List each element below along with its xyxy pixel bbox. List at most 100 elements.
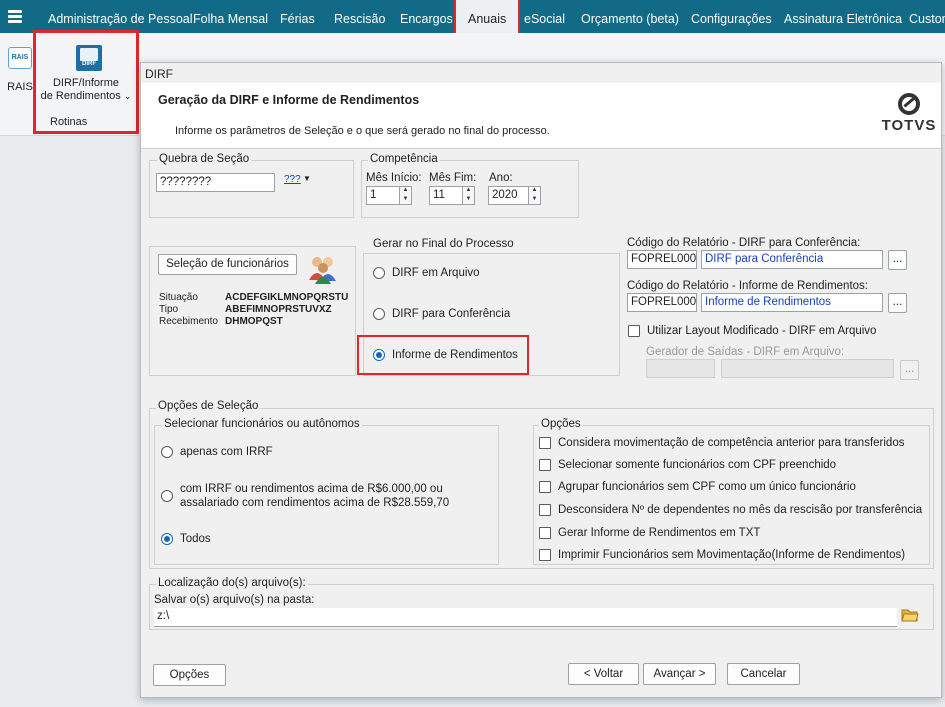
selecao-funcionarios-button[interactable]: Seleção de funcionários	[158, 254, 297, 275]
opcao-checkbox-1[interactable]	[539, 437, 551, 449]
opcao-label-6: Imprimir Funcionários sem Movimentação(I…	[558, 549, 906, 561]
mes-fim-label: Mês Fim:	[429, 172, 477, 184]
quebra-secao-input[interactable]: ????????	[156, 173, 275, 192]
tipo-value: ABEFIMNOPRSTUVXZ	[225, 304, 332, 315]
tab-assinatura-eletronica[interactable]: Assinatura Eletrônica	[784, 0, 902, 33]
tipo-label: Tipo	[159, 304, 179, 315]
rais-icon: RAIS	[8, 47, 32, 69]
radio-informe-rendimentos[interactable]	[373, 349, 385, 361]
recebimento-label: Recebimento	[159, 316, 218, 327]
dialog-title: DIRF	[145, 67, 173, 81]
dirf-label: DIRF/Informe de Rendimentos ⌄	[36, 77, 136, 103]
tab-custom[interactable]: Custom	[909, 0, 945, 33]
mes-fim-spin-icon[interactable]: ▲ ▼	[462, 187, 474, 204]
opcao-label-4: Desconsidera Nº de dependentes no mês da…	[558, 504, 923, 516]
pasta-path-input[interactable]: z:\	[154, 608, 897, 627]
cod-conferencia-label: Código do Relatório - DIRF para Conferên…	[627, 237, 861, 249]
header-subtitle: Informe os parâmetros de Seleção e o que…	[175, 125, 550, 137]
layout-modificado-label: Utilizar Layout Modificado - DIRF em Arq…	[647, 325, 877, 337]
chevron-down-icon[interactable]: ⌄	[124, 91, 132, 101]
mes-fim-stepper[interactable]: 11 ▲ ▼	[429, 186, 475, 205]
ano-spin-icon[interactable]: ▲ ▼	[528, 187, 540, 204]
avancar-button[interactable]: Avançar >	[643, 663, 716, 685]
quebra-secao-label: Quebra de Seção	[157, 153, 252, 165]
browse-conferencia-button[interactable]: ...	[888, 250, 907, 270]
tab-folha-mensal[interactable]: Folha Mensal	[193, 0, 268, 33]
rais-button[interactable]: RAIS RAIS	[4, 43, 36, 93]
tab-ferias[interactable]: Férias	[280, 0, 315, 33]
opcoes-selecao-label: Opções de Seleção	[156, 400, 261, 412]
selecionar-funcionarios-label: Selecionar funcionários ou autônomos	[162, 418, 362, 430]
irrf-rendimentos-line2: assalariado com rendimentos acima de R$2…	[180, 497, 450, 509]
folder-open-icon[interactable]	[901, 607, 919, 623]
cod-informe-label: Código do Relatório - Informe de Rendime…	[627, 280, 868, 292]
dirf-ribbon-button[interactable]: DIRF DIRF/Informe de Rendimentos ⌄ Rotin…	[33, 30, 139, 134]
radio-dirf-arquivo[interactable]	[373, 267, 385, 279]
lookup-chevron-icon[interactable]: ▼	[303, 174, 311, 183]
tab-rescisao[interactable]: Rescisão	[334, 0, 385, 33]
mes-inicio-label: Mês Início:	[366, 172, 422, 184]
competencia-label: Competência	[368, 153, 440, 165]
opcoes-button[interactable]: Opções	[153, 664, 226, 686]
ano-value: 2020	[492, 189, 518, 201]
ribbon-group-label: Rotinas	[50, 116, 88, 128]
mes-inicio-stepper[interactable]: 1 ▲ ▼	[366, 186, 412, 205]
dirf-label-line1: DIRF/Informe	[52, 77, 119, 89]
tab-administracao-pessoal[interactable]: Administração de Pessoal	[48, 0, 193, 33]
tab-esocial[interactable]: eSocial	[524, 0, 565, 33]
totvs-brand: TOTVS	[881, 117, 937, 134]
apenas-irrf-label: apenas com IRRF	[180, 446, 273, 458]
desc-informe-field: Informe de Rendimentos	[701, 293, 883, 312]
quebra-lookup-icon[interactable]: ???	[284, 174, 301, 185]
app-menu-icon[interactable]	[8, 10, 22, 24]
radio-irrf-rendimentos[interactable]	[161, 490, 173, 502]
gerador-code-input	[646, 359, 715, 378]
radio-dirf-conferencia[interactable]	[373, 308, 385, 320]
voltar-button[interactable]: < Voltar	[568, 663, 639, 685]
desc-conferencia-field: DIRF para Conferência	[701, 250, 883, 269]
opcao-checkbox-6[interactable]	[539, 549, 551, 561]
gerador-saidas-label: Gerador de Saídas - DIRF em Arquivo:	[646, 346, 845, 358]
todos-label: Todos	[180, 533, 211, 545]
totvs-logo: TOTVS	[879, 93, 939, 134]
ano-stepper[interactable]: 2020 ▲ ▼	[488, 186, 541, 205]
opcao-checkbox-5[interactable]	[539, 527, 551, 539]
salvar-pasta-label: Salvar o(s) arquivo(s) na pasta:	[154, 594, 315, 606]
dirf-icon: DIRF	[76, 45, 102, 71]
cancelar-button[interactable]: Cancelar	[727, 663, 800, 685]
users-icon	[307, 254, 339, 284]
tab-orcamento-beta[interactable]: Orçamento (beta)	[581, 0, 679, 33]
gerador-desc-field	[721, 359, 894, 378]
tab-encargos[interactable]: Encargos	[400, 0, 453, 33]
opcao-label-3: Agrupar funcionários sem CPF como um úni…	[558, 481, 856, 493]
rais-label: RAIS	[7, 81, 33, 93]
dirf-conferencia-label: DIRF para Conferência	[392, 308, 511, 320]
situacao-value: ACDEFGIKLMNOPQRSTU	[225, 292, 349, 303]
dirf-icon-text: DIRF	[82, 61, 96, 67]
cod-informe-input[interactable]: FOPREL0008	[627, 293, 697, 312]
browse-informe-button[interactable]: ...	[888, 293, 907, 313]
tab-anuais[interactable]: Anuais	[454, 0, 521, 33]
opcao-label-2: Selecionar somente funcionários com CPF …	[558, 459, 837, 471]
radio-todos[interactable]	[161, 533, 173, 545]
recebimento-value: DHMOPQST	[225, 316, 283, 327]
opcao-checkbox-3[interactable]	[539, 481, 551, 493]
dirf-arquivo-label: DIRF em Arquivo	[392, 267, 480, 279]
dirf-label-line2: de Rendimentos	[40, 90, 121, 102]
dialog-header: Geração da DIRF e Informe de Rendimentos…	[141, 83, 941, 149]
cod-conferencia-input[interactable]: FOPREL0007	[627, 250, 697, 269]
opcao-label-1: Considera movimentação de competência an…	[558, 437, 905, 449]
mes-fim-value: 11	[433, 189, 445, 201]
opcoes-label: Opções	[539, 418, 583, 430]
localizacao-label: Localização do(s) arquivo(s):	[156, 577, 308, 589]
opcao-checkbox-4[interactable]	[539, 504, 551, 516]
opcao-checkbox-2[interactable]	[539, 459, 551, 471]
opcao-label-5: Gerar Informe de Rendimentos em TXT	[558, 527, 761, 539]
header-title: Geração da DIRF e Informe de Rendimentos	[158, 93, 420, 107]
mes-inicio-spin-icon[interactable]: ▲ ▼	[399, 187, 411, 204]
top-menu-bar: Administração de Pessoal Folha Mensal Fé…	[0, 0, 945, 33]
radio-apenas-irrf[interactable]	[161, 446, 173, 458]
gerar-label: Gerar no Final do Processo	[371, 238, 516, 250]
tab-configuracoes[interactable]: Configurações	[691, 0, 772, 33]
layout-modificado-checkbox[interactable]	[628, 325, 640, 337]
